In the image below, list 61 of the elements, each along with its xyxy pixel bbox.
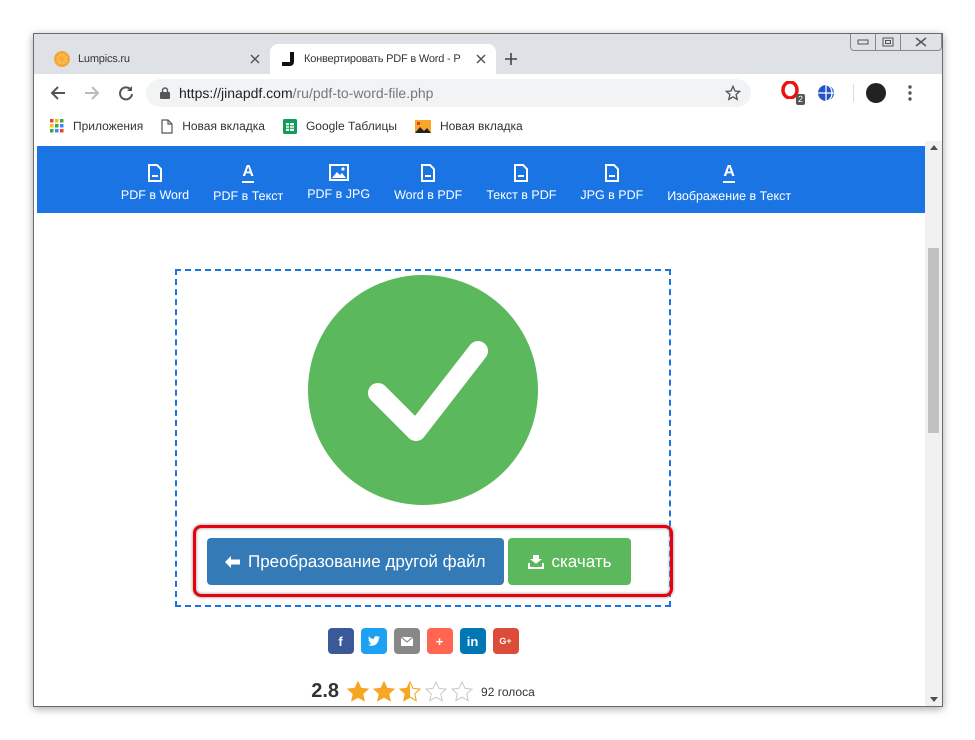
apps-grid-icon [50, 119, 64, 133]
citrus-slice-icon [54, 51, 70, 67]
bookmark-item[interactable]: Google Таблицы [282, 118, 397, 134]
landscape-picture-icon [414, 120, 431, 132]
download-icon [528, 554, 544, 568]
nav-link[interactable]: A Изображение в Текст [655, 162, 804, 202]
menu-icon[interactable] [908, 84, 912, 100]
nav-link[interactable]: PDF в JPG [295, 164, 382, 201]
checkmark-circle-icon [308, 275, 538, 505]
image-icon [328, 164, 349, 181]
share-button[interactable]: in [460, 628, 486, 654]
bookmark-item[interactable]: Новая вкладка [161, 118, 265, 134]
star-rating[interactable] [347, 681, 474, 702]
close-icon[interactable] [915, 37, 927, 47]
bird-icon [368, 636, 380, 646]
share-button[interactable]: + [426, 628, 452, 654]
close-icon[interactable] [250, 54, 260, 64]
convert-another-button[interactable]: Преобразование другой файл [207, 538, 504, 585]
new-tab-button[interactable] [504, 52, 518, 66]
address-bar[interactable]: https://jinapdf.com/ru/pdf-to-word-file.php [146, 78, 751, 106]
page-icon [161, 118, 174, 134]
nav-link[interactable]: Word в PDF [382, 164, 474, 202]
scrollbar[interactable] [925, 141, 942, 706]
hook-logo-icon [280, 51, 296, 67]
reload-icon[interactable] [118, 84, 134, 100]
share-button[interactable]: f [328, 628, 354, 654]
bookmark-star-icon[interactable] [725, 84, 741, 100]
scroll-up-icon[interactable] [930, 145, 938, 150]
window-controls[interactable] [850, 34, 942, 51]
nav-link[interactable]: A PDF в Текст [201, 162, 296, 202]
arrow-left-icon [225, 556, 240, 568]
vote-count: 92 голоса [481, 684, 535, 698]
nav-link[interactable]: Текст в PDF [474, 164, 568, 202]
rating-score: 2.8 [311, 680, 340, 703]
bookmark-item[interactable]: Новая вкладка [414, 119, 523, 133]
scroll-down-icon[interactable] [930, 697, 938, 702]
close-icon[interactable] [476, 54, 486, 64]
ring-icon[interactable] [781, 80, 799, 98]
globe-icon[interactable] [817, 84, 835, 102]
nav-link[interactable]: JPG в PDF [568, 164, 656, 202]
file-icon [514, 164, 528, 182]
envelope-icon [400, 636, 412, 646]
file-icon [148, 164, 162, 182]
profile-avatar[interactable] [866, 82, 886, 102]
bookmark-item[interactable]: Приложения [50, 119, 144, 133]
browser-tab[interactable]: Конвертировать PDF в Word - P [270, 44, 496, 74]
minimize-icon[interactable] [857, 39, 869, 45]
file-icon [421, 164, 436, 182]
share-button[interactable] [360, 628, 386, 654]
lock-icon [160, 86, 170, 98]
extension-badge: 2 [796, 94, 805, 104]
back-icon[interactable] [50, 84, 66, 100]
restore-icon[interactable] [882, 37, 894, 47]
file-icon [604, 164, 619, 182]
nav-link[interactable]: PDF в Word [108, 164, 202, 202]
spreadsheet-icon [282, 118, 297, 134]
share-button[interactable] [394, 628, 420, 654]
browser-tab[interactable]: Lumpics.ru [44, 44, 270, 74]
share-button[interactable]: G+ [492, 628, 518, 654]
download-button[interactable]: скачать [508, 538, 632, 585]
scrollbar-thumb[interactable] [928, 248, 939, 433]
